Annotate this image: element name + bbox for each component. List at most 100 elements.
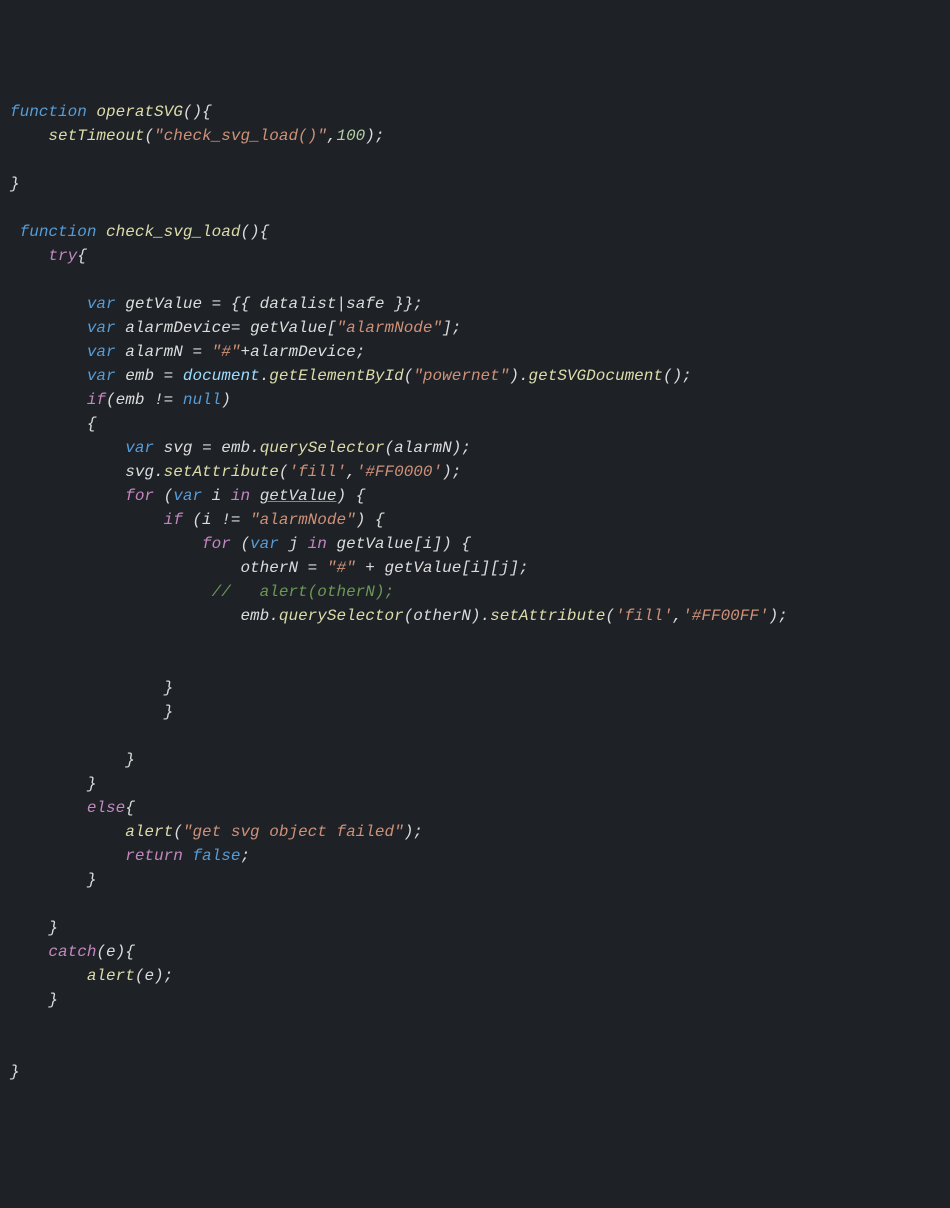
code-token bbox=[327, 535, 337, 553]
code-token: ( bbox=[404, 607, 414, 625]
code-token: in bbox=[231, 487, 250, 505]
code-token: ( bbox=[173, 823, 183, 841]
code-token: ); bbox=[452, 439, 471, 457]
code-token bbox=[10, 607, 240, 625]
code-token: document bbox=[183, 367, 260, 385]
code-token: getValue bbox=[125, 295, 202, 313]
code-token: ( bbox=[183, 511, 202, 529]
code-token: querySelector bbox=[279, 607, 404, 625]
code-token bbox=[298, 559, 308, 577]
code-token bbox=[10, 847, 125, 865]
code-token: getSVGDocument bbox=[529, 367, 663, 385]
code-token: var bbox=[87, 343, 116, 361]
code-token bbox=[116, 319, 126, 337]
code-token: ( bbox=[231, 535, 250, 553]
code-token: ( bbox=[605, 607, 615, 625]
code-token: (){ bbox=[240, 223, 269, 241]
code-token: } bbox=[10, 871, 96, 889]
code-token: null bbox=[183, 391, 221, 409]
code-token: ); bbox=[442, 463, 461, 481]
code-token bbox=[154, 367, 164, 385]
code-token bbox=[317, 559, 327, 577]
code-token: if bbox=[87, 391, 106, 409]
code-token: else bbox=[87, 799, 125, 817]
code-token: != bbox=[221, 511, 240, 529]
code-token: ][ bbox=[481, 559, 500, 577]
code-token: ; bbox=[240, 847, 250, 865]
code-token bbox=[298, 535, 308, 553]
code-token: ( bbox=[404, 367, 414, 385]
code-token: var bbox=[87, 367, 116, 385]
code-token: function bbox=[20, 223, 97, 241]
code-token: otherN bbox=[240, 559, 298, 577]
code-token: ( bbox=[154, 487, 173, 505]
code-token: "#" bbox=[212, 343, 241, 361]
code-token: ) { bbox=[337, 487, 366, 505]
code-token: "alarmNode" bbox=[250, 511, 356, 529]
code-token: check_svg_load bbox=[106, 223, 240, 241]
code-token: var bbox=[173, 487, 202, 505]
code-token bbox=[375, 559, 385, 577]
code-token bbox=[212, 511, 222, 529]
code-token: for bbox=[125, 487, 154, 505]
code-token: var bbox=[87, 295, 116, 313]
code-token: getValue bbox=[385, 559, 462, 577]
code-token bbox=[183, 343, 193, 361]
code-token: (); bbox=[663, 367, 692, 385]
code-token: } bbox=[10, 1063, 20, 1081]
code-token bbox=[10, 367, 87, 385]
code-token: i bbox=[202, 511, 212, 529]
code-token: // alert(otherN); bbox=[212, 583, 394, 601]
code-token bbox=[116, 295, 126, 313]
code-token bbox=[154, 439, 164, 457]
code-token: i bbox=[471, 559, 481, 577]
code-token bbox=[202, 295, 212, 313]
code-token: ). bbox=[509, 367, 528, 385]
code-token: { bbox=[10, 415, 96, 433]
code-token: ( bbox=[144, 127, 154, 145]
code-token bbox=[10, 943, 48, 961]
code-token: setAttribute bbox=[164, 463, 279, 481]
code-token: emb bbox=[221, 439, 250, 457]
code-token bbox=[173, 367, 183, 385]
code-token: 'fill' bbox=[615, 607, 673, 625]
code-token: function bbox=[10, 103, 87, 121]
code-token bbox=[10, 799, 87, 817]
code-token bbox=[10, 583, 212, 601]
code-token: . bbox=[269, 607, 279, 625]
code-token: getValue bbox=[250, 319, 327, 337]
code-token bbox=[183, 847, 193, 865]
code-token: emb bbox=[125, 367, 154, 385]
code-token: getElementById bbox=[269, 367, 403, 385]
code-token: emb bbox=[116, 391, 145, 409]
code-token: = bbox=[212, 295, 222, 313]
code-token: [ bbox=[461, 559, 471, 577]
code-token: ) { bbox=[356, 511, 385, 529]
code-token bbox=[240, 511, 250, 529]
code-token: "powernet" bbox=[413, 367, 509, 385]
code-token: . bbox=[260, 367, 270, 385]
code-token bbox=[10, 127, 48, 145]
code-token: false bbox=[192, 847, 240, 865]
code-editor-content[interactable]: function operatSVG(){ setTimeout("check_… bbox=[10, 100, 940, 1084]
code-token: catch bbox=[48, 943, 96, 961]
code-token: j bbox=[288, 535, 298, 553]
code-token: svg bbox=[164, 439, 193, 457]
code-token: var bbox=[250, 535, 279, 553]
code-token: "alarmNode" bbox=[336, 319, 442, 337]
code-token: . bbox=[250, 439, 260, 457]
code-token: = bbox=[231, 319, 250, 337]
code-token: } bbox=[10, 679, 173, 697]
code-token: = bbox=[164, 367, 174, 385]
code-token bbox=[10, 559, 240, 577]
code-token: setTimeout bbox=[48, 127, 144, 145]
code-token: + bbox=[240, 343, 250, 361]
code-token bbox=[10, 247, 48, 265]
code-token: . bbox=[154, 463, 164, 481]
code-token: getValue bbox=[260, 487, 337, 505]
code-token: e bbox=[144, 967, 154, 985]
code-token: ){ bbox=[116, 943, 135, 961]
code-token: } bbox=[10, 751, 135, 769]
code-token bbox=[192, 439, 202, 457]
code-token bbox=[10, 319, 87, 337]
